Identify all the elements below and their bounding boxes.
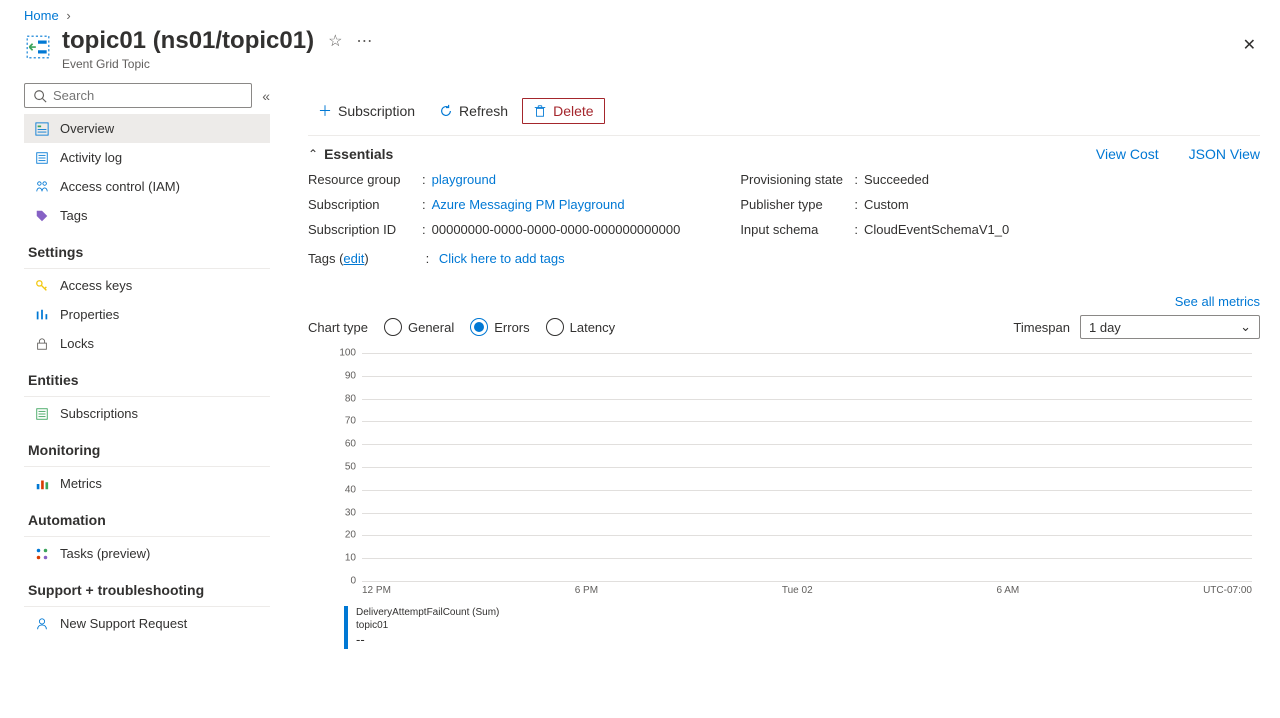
favorite-star-icon[interactable]: ☆ <box>328 31 342 51</box>
overview-icon <box>34 122 50 136</box>
subscription-link[interactable]: Azure Messaging PM Playground <box>432 197 625 212</box>
publisher-value: Custom <box>864 197 909 212</box>
breadcrumb: Home › <box>0 0 1280 27</box>
refresh-button[interactable]: Refresh <box>429 99 518 123</box>
sidebar-item-label: Tasks (preview) <box>60 546 150 561</box>
page-subtitle: Event Grid Topic <box>62 57 1243 71</box>
chart-type-label: Chart type <box>308 320 368 335</box>
sidebar-item-new-support[interactable]: New Support Request <box>24 609 270 638</box>
search-input[interactable] <box>53 88 243 103</box>
timespan-dropdown[interactable]: 1 day ⌄ <box>1080 315 1260 339</box>
sidebar-item-label: New Support Request <box>60 616 187 631</box>
subscriptions-icon <box>34 407 50 421</box>
page-title: topic01 (ns01/topic01) <box>62 27 314 55</box>
radio-latency[interactable]: Latency <box>546 318 616 336</box>
provisioning-value: Succeeded <box>864 172 929 187</box>
schema-label: Input schema <box>740 222 854 237</box>
sidebar-item-label: Access keys <box>60 278 132 293</box>
sidebar-item-activity-log[interactable]: Activity log <box>24 143 270 172</box>
timespan-label: Timespan <box>1013 320 1070 335</box>
plus-icon: ＋ <box>318 101 332 121</box>
subscription-label: Subscription <box>308 197 422 212</box>
schema-value: CloudEventSchemaV1_0 <box>864 222 1009 237</box>
search-icon <box>33 89 47 103</box>
sidebar-item-label: Access control (IAM) <box>60 179 180 194</box>
essentials-toggle[interactable]: ⌃ Essentials <box>308 146 393 162</box>
sidebar-item-access-control[interactable]: Access control (IAM) <box>24 172 270 201</box>
sidebar-search[interactable] <box>24 83 252 108</box>
sidebar-item-tags[interactable]: Tags <box>24 201 270 230</box>
subscription-button[interactable]: ＋ Subscription <box>308 97 425 125</box>
sidebar-item-label: Locks <box>60 336 94 351</box>
activity-log-icon <box>34 151 50 165</box>
tags-icon <box>34 209 50 223</box>
sidebar-item-label: Activity log <box>60 150 122 165</box>
sidebar-item-tasks[interactable]: Tasks (preview) <box>24 539 270 568</box>
sidebar-item-overview[interactable]: Overview <box>24 114 270 143</box>
collapse-sidebar-icon[interactable]: « <box>262 88 270 104</box>
subscription-id-label: Subscription ID <box>308 222 422 237</box>
publisher-label: Publisher type <box>740 197 854 212</box>
resource-group-label: Resource group <box>308 172 422 187</box>
sidebar-item-label: Subscriptions <box>60 406 138 421</box>
sidebar-item-label: Properties <box>60 307 119 322</box>
breadcrumb-home[interactable]: Home <box>24 8 59 23</box>
sidebar-section-entities: Entities <box>24 358 270 394</box>
close-icon[interactable]: ✕ <box>1243 35 1256 55</box>
sidebar-item-label: Tags <box>60 208 87 223</box>
json-view-link[interactable]: JSON View <box>1189 146 1260 162</box>
sidebar-section-settings: Settings <box>24 230 270 266</box>
lock-icon <box>34 337 50 351</box>
sidebar-item-access-keys[interactable]: Access keys <box>24 271 270 300</box>
radio-errors[interactable]: Errors <box>470 318 529 336</box>
sidebar-section-support: Support + troubleshooting <box>24 568 270 604</box>
refresh-icon <box>439 104 453 118</box>
access-control-icon <box>34 180 50 194</box>
sidebar-section-monitoring: Monitoring <box>24 428 270 464</box>
subscription-id-value: 00000000-0000-0000-0000-000000000000 <box>432 222 681 237</box>
tags-edit-link[interactable]: edit <box>343 251 364 266</box>
sidebar-item-locks[interactable]: Locks <box>24 329 270 358</box>
tasks-icon <box>34 547 50 561</box>
chart-legend: DeliveryAttemptFailCount (Sum) topic01 -… <box>344 606 1260 649</box>
chevron-down-icon: ⌄ <box>1240 319 1251 335</box>
legend-metric: DeliveryAttemptFailCount (Sum) <box>356 606 499 619</box>
properties-icon <box>34 308 50 322</box>
delete-button[interactable]: Delete <box>522 98 604 124</box>
sidebar-item-subscriptions[interactable]: Subscriptions <box>24 399 270 428</box>
add-tags-link[interactable]: Click here to add tags <box>439 251 565 266</box>
provisioning-label: Provisioning state <box>740 172 854 187</box>
see-all-metrics-link[interactable]: See all metrics <box>1175 294 1260 309</box>
sidebar-item-properties[interactable]: Properties <box>24 300 270 329</box>
view-cost-link[interactable]: View Cost <box>1096 146 1159 162</box>
chart: 1009080706050403020100 12 PM6 PMTue 026 … <box>308 353 1260 649</box>
tags-label: Tags (edit) <box>308 251 422 266</box>
delete-icon <box>533 104 547 118</box>
support-icon <box>34 617 50 631</box>
chevron-right-icon: › <box>66 8 70 23</box>
topic-icon <box>24 33 52 61</box>
sidebar-item-label: Overview <box>60 121 114 136</box>
sidebar-item-label: Metrics <box>60 476 102 491</box>
radio-general[interactable]: General <box>384 318 454 336</box>
metrics-icon <box>34 477 50 491</box>
sidebar-section-automation: Automation <box>24 498 270 534</box>
more-actions-icon[interactable]: ⋯ <box>356 31 372 51</box>
key-icon <box>34 279 50 293</box>
resource-group-link[interactable]: playground <box>432 172 496 187</box>
legend-value: -- <box>356 632 499 649</box>
chevron-up-icon: ⌃ <box>308 147 318 161</box>
legend-resource: topic01 <box>356 619 499 632</box>
sidebar-item-metrics[interactable]: Metrics <box>24 469 270 498</box>
